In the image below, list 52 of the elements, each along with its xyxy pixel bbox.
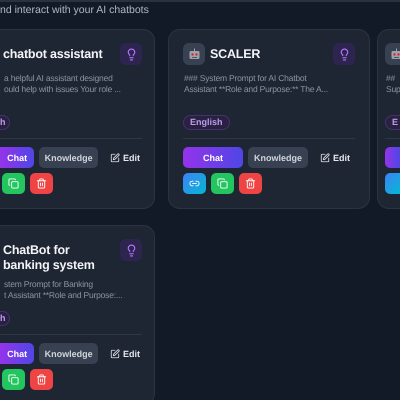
robot-icon [390, 48, 400, 60]
link-button[interactable] [385, 173, 400, 194]
language-tag: h [0, 311, 10, 326]
description-line: Assistant **Role and Purpose:** The A... [183, 84, 329, 95]
description-line: a helpful AI assistant designed [3, 73, 114, 84]
copy-button[interactable] [2, 173, 25, 194]
knowledge-button[interactable]: Knowledge [248, 147, 308, 168]
language-tag: English [183, 115, 230, 130]
language-tag: E [385, 115, 400, 130]
copy-icon [217, 178, 228, 189]
page-subtitle: nd interact with your AI chatbots [0, 3, 150, 18]
edit-button[interactable]: Edit [108, 343, 142, 364]
trash-icon [245, 178, 256, 189]
delete-button[interactable] [30, 173, 53, 194]
description-line: ### System Prompt for AI Chatbot [183, 73, 308, 84]
edit-icon [110, 152, 120, 162]
chatbot-title: SCALER [210, 46, 262, 62]
copy-icon [8, 178, 19, 189]
description-line: ould help with issues Your role ... [3, 84, 122, 95]
copy-button[interactable] [2, 369, 25, 390]
robot-icon [188, 48, 200, 60]
lightbulb-button[interactable] [120, 239, 142, 261]
language-tag: h [0, 115, 10, 130]
description-line: t Assistant **Role and Purpose:... [3, 290, 124, 301]
description-line: ## [385, 73, 396, 84]
link-button[interactable] [183, 173, 206, 194]
edit-icon [110, 348, 120, 358]
description-line: stem Prompt for Banking [3, 279, 94, 290]
chat-button[interactable]: Chat [0, 343, 34, 364]
chatbot-title: ChatBot for banking system [2, 242, 96, 273]
lightbulb-button[interactable] [120, 43, 142, 65]
delete-button[interactable] [30, 369, 53, 390]
chat-button[interactable]: Chat [183, 147, 243, 168]
knowledge-button[interactable]: Knowledge [39, 343, 98, 364]
knowledge-button[interactable]: Knowledge [39, 147, 98, 168]
copy-button[interactable] [211, 173, 234, 194]
chatbot-title: chatbot assistant [2, 46, 104, 62]
chat-button[interactable] [385, 147, 400, 168]
lightbulb-button[interactable] [333, 43, 355, 65]
trash-icon [36, 178, 47, 189]
lightbulb-icon [124, 244, 138, 256]
chat-button[interactable]: Chat [0, 147, 34, 168]
copy-icon [8, 374, 19, 385]
trash-icon [36, 374, 47, 385]
delete-button[interactable] [239, 173, 262, 194]
edit-button[interactable]: Edit [318, 147, 352, 168]
lightbulb-icon [124, 48, 138, 60]
lightbulb-icon [338, 48, 350, 60]
edit-button[interactable]: Edit [108, 147, 142, 168]
description-line: Sup [385, 84, 400, 95]
link-icon [189, 178, 200, 189]
edit-icon [320, 152, 330, 162]
